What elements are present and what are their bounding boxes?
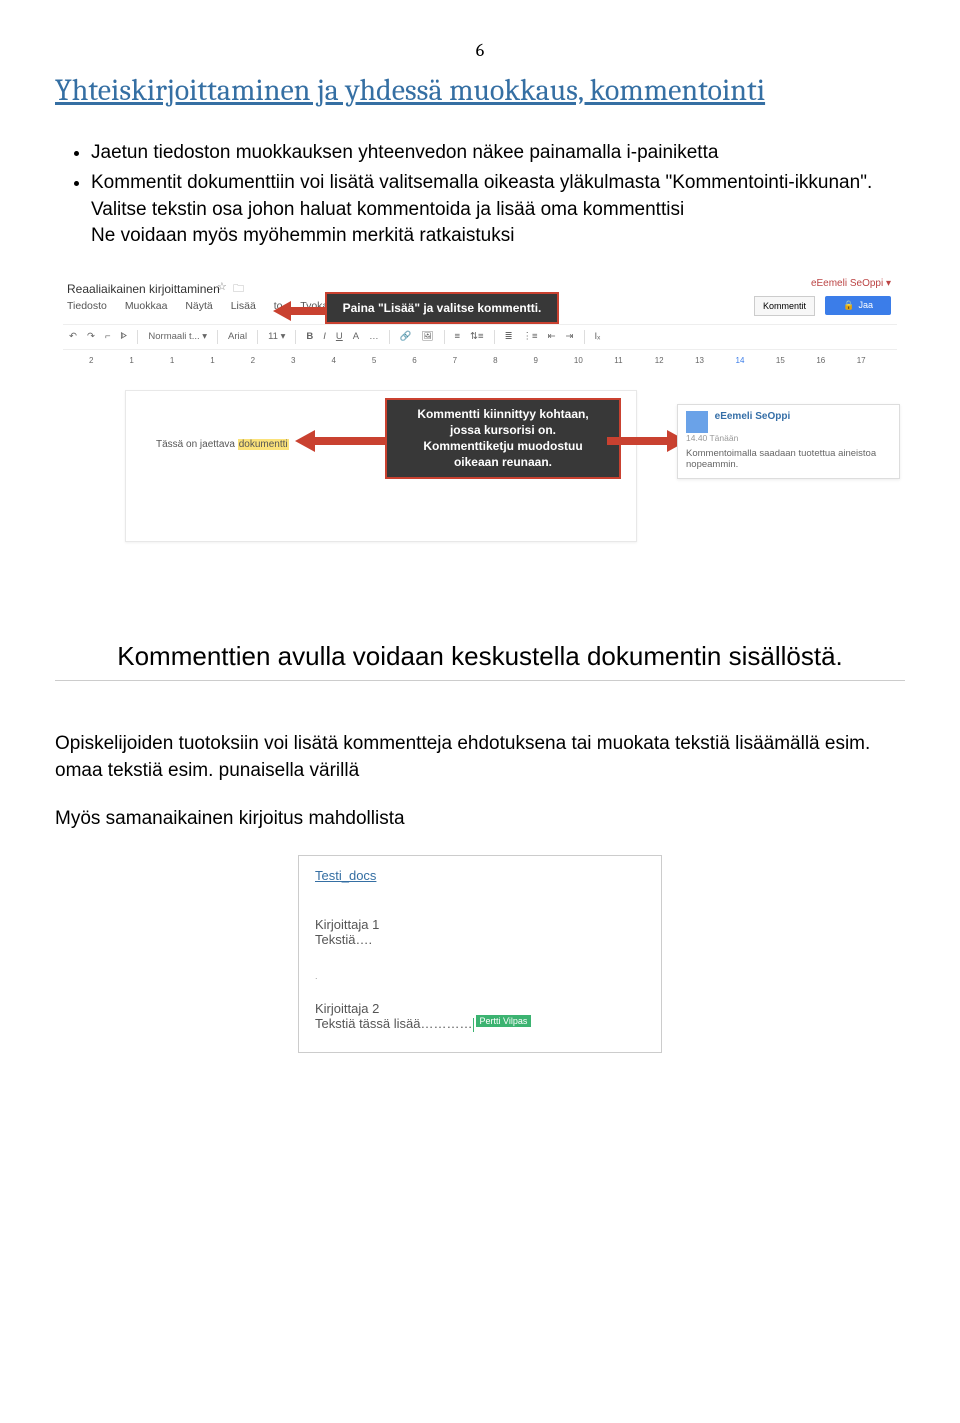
undo-icon[interactable]: ↶: [69, 331, 77, 342]
collaborator-cursor-tag: Pertti Vilpas: [476, 1015, 532, 1027]
highlighted-text: dokumentti: [238, 439, 289, 450]
menu-tiedosto[interactable]: Tiedosto: [67, 300, 107, 312]
section-title: Yhteiskirjoittaminen ja yhdessä muokkaus…: [55, 71, 905, 112]
doc-title: Reaaliaikainen kirjoittaminen: [67, 282, 220, 296]
underline-button[interactable]: U: [336, 331, 343, 342]
avatar: [686, 411, 708, 433]
list-numbered-icon[interactable]: ≣: [505, 331, 513, 342]
list-bullet-icon[interactable]: ⋮≡: [523, 331, 538, 342]
align-icon[interactable]: ≡: [455, 331, 461, 342]
screenshot-docs-editor: Reaaliaikainen kirjoittaminen ☆ 🗀 Tiedos…: [55, 278, 905, 568]
linespacing-icon[interactable]: ⇅≡: [470, 331, 484, 342]
account-name[interactable]: eEemeli SeOppi ▾: [811, 278, 891, 289]
textcolor-button[interactable]: A: [353, 331, 359, 342]
body-paragraph: Myös samanaikainen kirjoitus mahdollista: [55, 806, 905, 833]
indent-inc-icon[interactable]: ⇥: [566, 331, 574, 342]
print-icon[interactable]: ⌐: [105, 331, 111, 342]
redo-icon[interactable]: ↷: [87, 331, 95, 342]
author-block-2: Kirjoittaja 2 Tekstiä tässä lisää…………Per…: [315, 1001, 645, 1032]
page-number: 6: [55, 40, 905, 61]
callout-kommentti-kohta: Kommentti kiinnittyy kohtaan, jossa kurs…: [385, 398, 621, 479]
share-button[interactable]: 🔒Jaa: [825, 296, 891, 315]
author-text-with-cursor: Tekstiä tässä lisää…………Pertti Vilpas: [315, 1016, 645, 1032]
style-select[interactable]: Normaali t... ▾: [148, 331, 207, 342]
font-select[interactable]: Arial: [228, 331, 247, 342]
horizontal-rule: [55, 680, 905, 681]
comment-time: 14.40 Tänään: [686, 433, 738, 443]
bold-button[interactable]: B: [306, 331, 313, 342]
collaborator-cursor-icon: [473, 1018, 474, 1032]
lock-icon: 🔒: [843, 300, 854, 311]
menu-lisaa[interactable]: Lisää: [231, 300, 256, 312]
folder-icon[interactable]: 🗀: [233, 280, 244, 299]
image-icon[interactable]: 🖼: [421, 331, 433, 342]
link-icon[interactable]: 🔗: [400, 331, 412, 342]
clear-format-icon[interactable]: Iₓ: [595, 331, 601, 342]
star-icon[interactable]: ☆: [217, 280, 227, 293]
callout-paina-lisaa: Paina "Lisää" ja valitse kommentti.: [325, 292, 559, 324]
author-name: Kirjoittaja 1: [315, 917, 645, 932]
spacer-dot: .: [315, 971, 645, 981]
more-icon[interactable]: …: [369, 331, 379, 342]
body-paragraph: Opiskelijoiden tuotoksiin voi lisätä kom…: [55, 731, 905, 784]
comment-author: eEemeli SeOppi: [715, 411, 791, 422]
bullet-item: Jaetun tiedoston muokkauksen yhteenvedon…: [91, 140, 905, 167]
paint-icon[interactable]: ᐈ: [121, 331, 128, 342]
author-name: Kirjoittaja 2: [315, 1001, 645, 1016]
toolbar: ↶ ↷ ⌐ ᐈ Normaali t... ▾ Arial 11 ▾ B I U…: [63, 324, 897, 350]
author-text: Tekstiä….: [315, 932, 645, 947]
arrow-left-icon: [295, 430, 385, 452]
indent-dec-icon[interactable]: ⇤: [548, 331, 556, 342]
doc-title-underlined: Testi_docs: [315, 868, 645, 883]
arrow-right-icon: [607, 430, 687, 452]
ruler: 21 11 23 45 67 89 1011 1213 14 1516 17: [63, 354, 897, 368]
google-docs-top: Reaaliaikainen kirjoittaminen ☆ 🗀 Tiedos…: [55, 278, 905, 386]
screenshot-coauthor-doc: Testi_docs Kirjoittaja 1 Tekstiä…. . Kir…: [298, 855, 662, 1053]
bullet-list: Jaetun tiedoston muokkauksen yhteenvedon…: [91, 140, 905, 250]
comments-button[interactable]: Kommentit: [754, 296, 815, 316]
author-block-1: Kirjoittaja 1 Tekstiä….: [315, 917, 645, 947]
comment-card[interactable]: eEemeli SeOppi 14.40 Tänään Kommentoimal…: [677, 404, 900, 479]
comment-body: Kommentoimalla saadaan tuotettua aineist…: [686, 448, 891, 470]
menu-muokkaa[interactable]: Muokkaa: [125, 300, 168, 312]
menu-nayta[interactable]: Näytä: [185, 300, 212, 312]
illustration-caption: Kommenttien avulla voidaan keskustella d…: [80, 638, 880, 674]
bullet-item: Kommentit dokumenttiin voi lisätä valits…: [91, 170, 905, 250]
document-body-text: Tässä on jaettava dokumentti: [156, 439, 289, 450]
arrow-left-icon: [273, 301, 325, 321]
italic-button[interactable]: I: [323, 331, 326, 342]
font-size[interactable]: 11 ▾: [268, 331, 285, 342]
